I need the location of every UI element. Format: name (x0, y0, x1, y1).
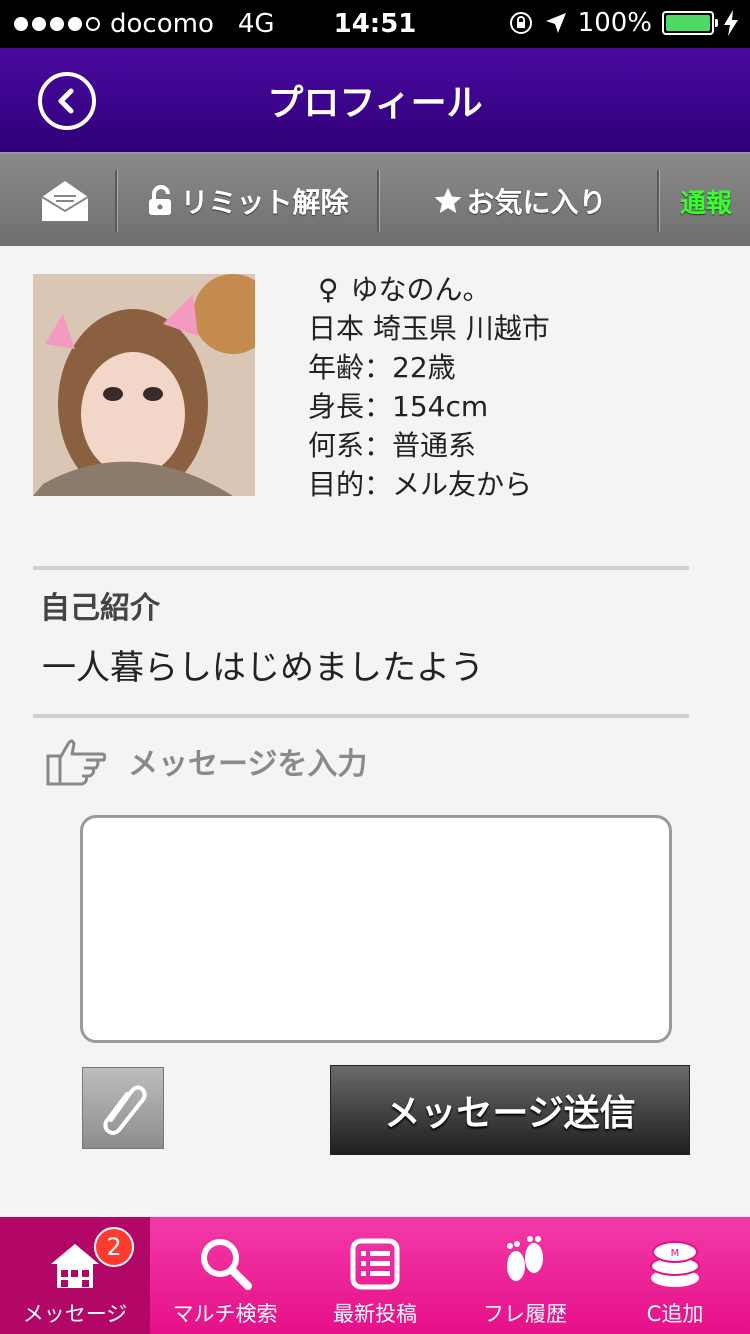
nav-header: プロフィール (0, 48, 750, 152)
message-heading: メッセージを入力 (46, 734, 367, 788)
message-heading-label: メッセージを入力 (128, 747, 368, 782)
paperclip-icon (103, 1085, 147, 1135)
profile-photo[interactable] (33, 274, 255, 496)
report-button[interactable]: 通報 (662, 154, 750, 248)
back-button[interactable] (38, 72, 96, 130)
tab-label: 最新投稿 (333, 1302, 417, 1326)
gender-female-icon: ♀ (318, 273, 339, 306)
profile-location: 日本 埼玉県 川越市 (308, 312, 550, 345)
profile-purpose: 目的：メル友から (308, 468, 533, 501)
tab-bar: メッセージ 2 マルチ検索 最新投稿 フレ履歴 M C追加 (0, 1217, 750, 1334)
self-intro-text: 一人暮らしはじめましたよう (42, 648, 484, 688)
message-input[interactable] (80, 815, 672, 1043)
pointing-hand-icon (46, 739, 107, 786)
tab-footprint-history[interactable]: フレ履歴 (450, 1217, 600, 1334)
footprints-icon (507, 1236, 543, 1281)
profile-photo-image (33, 274, 255, 496)
tab-label: メッセージ (22, 1302, 128, 1326)
profile-type: 何系：普通系 (308, 429, 477, 462)
profile-name: ゆなのん。 (350, 273, 491, 306)
profile-height: 身長：154cm (308, 390, 489, 423)
tab-label: フレ履歴 (483, 1302, 567, 1326)
svg-text:M: M (671, 1248, 680, 1259)
tab-label: C追加 (646, 1302, 704, 1326)
send-message-button[interactable]: メッセージ送信 (330, 1065, 690, 1155)
battery-percent: 100% (577, 8, 652, 38)
page-title: プロフィール (267, 83, 483, 124)
favorite-button[interactable]: お気に入り (382, 154, 657, 248)
profile-age: 年齢：22歳 (308, 351, 456, 384)
limit-release-label: リミット解除 (180, 186, 349, 219)
status-right: 100% (508, 8, 738, 38)
star-icon (435, 187, 462, 213)
envelope-open-icon (41, 181, 89, 221)
magnifier-icon (201, 1239, 252, 1290)
attach-button[interactable] (82, 1067, 164, 1149)
location-arrow-icon (545, 13, 566, 33)
orientation-lock-icon (509, 12, 532, 34)
unread-badge: 2 (94, 1227, 134, 1267)
divider (33, 566, 689, 570)
limit-release-button[interactable]: リミット解除 (120, 154, 375, 248)
mail-button[interactable] (20, 154, 110, 248)
profile-name-row: ♀ ゆなのん。 (308, 270, 550, 309)
tab-label: マルチ検索 (172, 1302, 278, 1326)
action-bar: リミット解除 お気に入り 通報 (0, 152, 750, 246)
coins-icon: M (650, 1241, 700, 1287)
list-icon (350, 1238, 400, 1290)
tab-latest-posts[interactable]: 最新投稿 (300, 1217, 450, 1334)
unlock-icon (149, 185, 172, 215)
tab-message[interactable]: メッセージ 2 (0, 1217, 150, 1334)
battery-icon (662, 11, 718, 35)
status-bar: docomo 4G 14:51 100% (0, 0, 750, 48)
profile-info: ♀ ゆなのん。 日本 埼玉県 川越市 年齢：22歳 身長：154cm 何系：普通系… (308, 270, 550, 504)
tab-multi-search[interactable]: マルチ検索 (150, 1217, 300, 1334)
tab-add-coins[interactable]: M C追加 (600, 1217, 750, 1334)
favorite-label: お気に入り (466, 186, 607, 219)
divider (33, 714, 689, 718)
chevron-left-icon (58, 88, 74, 114)
charging-bolt-icon (724, 10, 738, 36)
self-intro-heading: 自己紹介 (40, 591, 160, 626)
